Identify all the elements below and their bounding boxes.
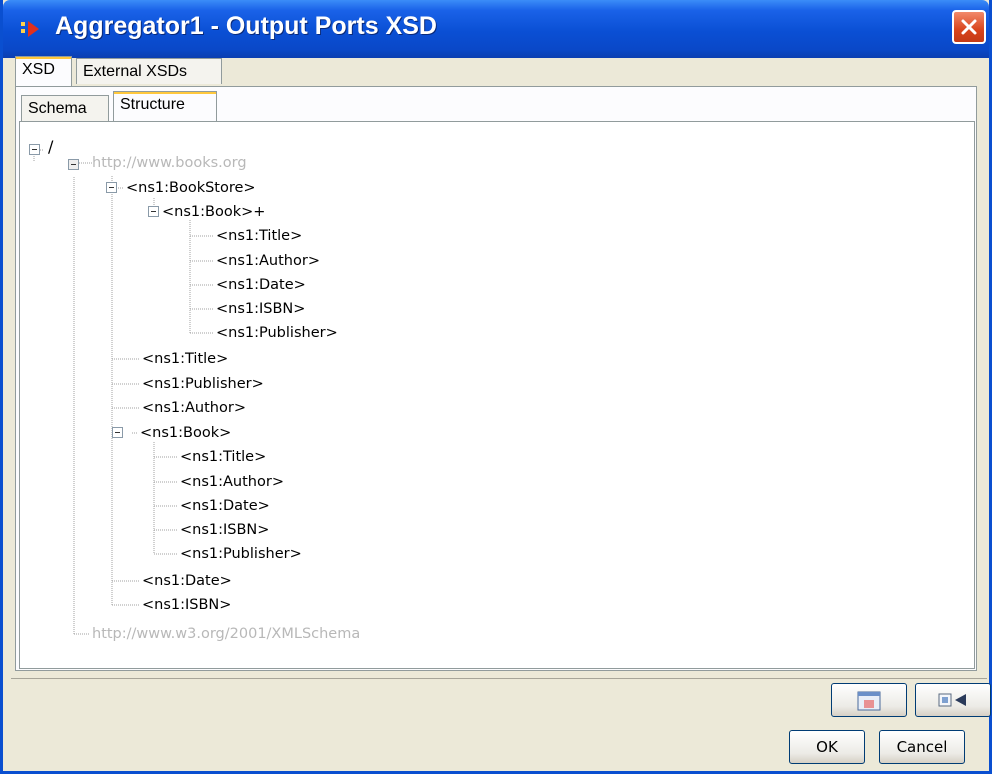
tree-node-element[interactable]: <ns1:Date>	[180, 497, 270, 515]
tree-collapse-icon[interactable]	[148, 206, 159, 217]
app-icon	[21, 21, 39, 37]
tree-node-element[interactable]: <ns1:ISBN>	[180, 521, 269, 539]
tree-node-element[interactable]: <ns1:Author>	[180, 473, 284, 491]
tree-node-namespace[interactable]: http://www.w3.org/2001/XMLSchema	[92, 625, 360, 643]
tree-node-namespace[interactable]: http://www.books.org	[92, 154, 247, 172]
tree-node-element[interactable]: <ns1:Date>	[216, 276, 306, 294]
tree-node-element[interactable]: <ns1:Title>	[180, 448, 266, 466]
cancel-button[interactable]: Cancel	[879, 730, 965, 764]
window-title: Aggregator1 - Output Ports XSD	[55, 12, 437, 40]
schema-tree: / http://www.books.org <ns1:BookStore> <…	[20, 122, 974, 668]
tab-xsd[interactable]: XSD	[15, 56, 72, 86]
tab-schema[interactable]: Schema	[21, 95, 109, 121]
tree-node-book[interactable]: <ns1:Book>	[140, 424, 231, 442]
preview-button[interactable]	[831, 683, 907, 717]
tab-structure[interactable]: Structure	[113, 91, 217, 121]
tree-node-element[interactable]: <ns1:Author>	[142, 399, 246, 417]
tree-node-element[interactable]: <ns1:ISBN>	[142, 596, 231, 614]
export-arrow-icon	[938, 693, 966, 707]
tree-node-bookstore[interactable]: <ns1:BookStore>	[126, 179, 256, 197]
tree-collapse-icon[interactable]	[68, 159, 79, 170]
close-button[interactable]	[952, 10, 986, 44]
title-bar[interactable]: Aggregator1 - Output Ports XSD	[3, 0, 989, 58]
tree-node-element[interactable]: <ns1:ISBN>	[216, 300, 305, 318]
image-icon	[857, 691, 881, 711]
tree-collapse-icon[interactable]	[106, 182, 117, 193]
tree-node-element[interactable]: <ns1:Title>	[142, 350, 228, 368]
tree-node-book-multi[interactable]: <ns1:Book>+	[162, 203, 265, 221]
tree-node-element[interactable]: <ns1:Author>	[216, 252, 320, 270]
tree-collapse-icon[interactable]	[112, 427, 123, 438]
close-icon	[961, 19, 977, 35]
tree-node-element[interactable]: <ns1:Date>	[142, 572, 232, 590]
tree-collapse-icon[interactable]	[29, 144, 40, 155]
dialog-window: Aggregator1 - Output Ports XSD XSD Exter…	[0, 0, 992, 774]
tree-node-element[interactable]: <ns1:Publisher>	[180, 545, 302, 563]
export-button[interactable]	[915, 683, 991, 717]
tree-node-root[interactable]: /	[48, 138, 53, 156]
tab-external-xsds[interactable]: External XSDs	[76, 58, 222, 84]
tree-node-element[interactable]: <ns1:Title>	[216, 227, 302, 245]
tree-node-element[interactable]: <ns1:Publisher>	[216, 324, 338, 342]
ok-button[interactable]: OK	[789, 730, 865, 764]
footer-separator	[11, 678, 987, 679]
structure-tree-panel[interactable]: / http://www.books.org <ns1:BookStore> <…	[19, 121, 975, 669]
tree-node-element[interactable]: <ns1:Publisher>	[142, 375, 264, 393]
